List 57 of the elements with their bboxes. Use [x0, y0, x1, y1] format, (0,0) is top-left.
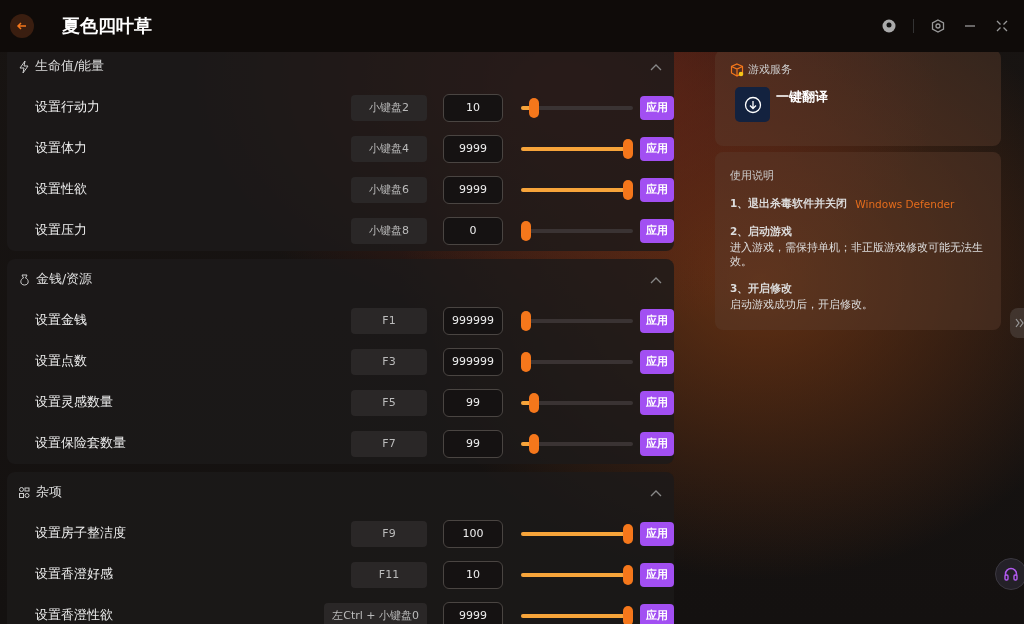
apply-button[interactable]: 应用 [640, 562, 674, 587]
apply-button[interactable]: 应用 [640, 349, 674, 374]
section-title: 杂项 [36, 484, 63, 501]
setting-label: 设置性欲 [35, 181, 88, 198]
value-input[interactable]: 9999 [443, 134, 503, 163]
hotkey-label: F7 [351, 430, 427, 457]
value-input[interactable]: 99 [443, 388, 503, 417]
hotkey-label: 小键盘4 [351, 135, 427, 162]
value-input[interactable]: 0 [443, 216, 503, 245]
value-input[interactable]: 10 [443, 560, 503, 589]
step-heading: 1、退出杀毒软件并关闭 [730, 197, 848, 211]
apply-button[interactable]: 应用 [640, 431, 674, 456]
apply-button[interactable]: 应用 [640, 521, 674, 546]
setting-label: 设置香澄性欲 [35, 607, 114, 624]
highlight-text: Windows Defender [855, 198, 955, 210]
hotkey-label: 左Ctrl + 小键盘0 [324, 602, 427, 624]
hotkey-label: F5 [351, 389, 427, 416]
apply-button[interactable]: 应用 [640, 177, 674, 202]
apply-button[interactable]: 应用 [640, 95, 674, 120]
value-input[interactable]: 999999 [443, 306, 503, 335]
service-label[interactable]: 一键翻译 [776, 89, 828, 106]
value-input[interactable]: 9999 [443, 601, 503, 624]
hotkey-label: F3 [351, 348, 427, 375]
hotkey-label: 小键盘8 [351, 217, 427, 244]
setting-label: 设置房子整洁度 [35, 525, 127, 542]
setting-label: 设置保险套数量 [35, 435, 127, 452]
hotkey-label: 小键盘6 [351, 176, 427, 203]
hotkey-label: F1 [351, 307, 427, 334]
setting-label: 设置金钱 [35, 312, 88, 329]
card-title: 游戏服务 [748, 62, 792, 77]
step-text: 进入游戏，需保持单机；非正版游戏修改可能无法生效。 [730, 241, 984, 269]
value-input[interactable]: 99 [443, 429, 503, 458]
hotkey-label: 小键盘2 [351, 94, 427, 121]
apply-button[interactable]: 应用 [640, 218, 674, 243]
apply-button[interactable]: 应用 [640, 390, 674, 415]
value-input[interactable]: 9999 [443, 175, 503, 204]
step-heading: 2、启动游戏 [730, 225, 794, 239]
setting-label: 设置点数 [35, 353, 88, 370]
value-input[interactable]: 999999 [443, 347, 503, 376]
apply-button[interactable]: 应用 [640, 603, 674, 624]
step-heading: 3、开启修改 [730, 282, 794, 297]
setting-label: 设置行动力 [35, 99, 101, 116]
setting-label: 设置体力 [35, 140, 88, 157]
value-input[interactable]: 10 [443, 93, 503, 122]
apply-button[interactable]: 应用 [640, 308, 674, 333]
hotkey-label: F11 [351, 561, 427, 588]
window-title: 夏色四叶草 [62, 14, 153, 38]
setting-label: 设置压力 [35, 222, 88, 239]
setting-label: 设置香澄好感 [35, 566, 114, 583]
step-text: 启动游戏成功后，开启修改。 [730, 298, 874, 312]
section-title: 金钱/资源 [36, 271, 94, 288]
value-input[interactable]: 100 [443, 519, 503, 548]
section-title: 生命值/能量 [35, 58, 106, 75]
apply-button[interactable]: 应用 [640, 136, 674, 161]
hotkey-label: F9 [351, 520, 427, 547]
setting-label: 设置灵感数量 [35, 394, 114, 411]
card-title: 使用说明 [730, 169, 774, 182]
